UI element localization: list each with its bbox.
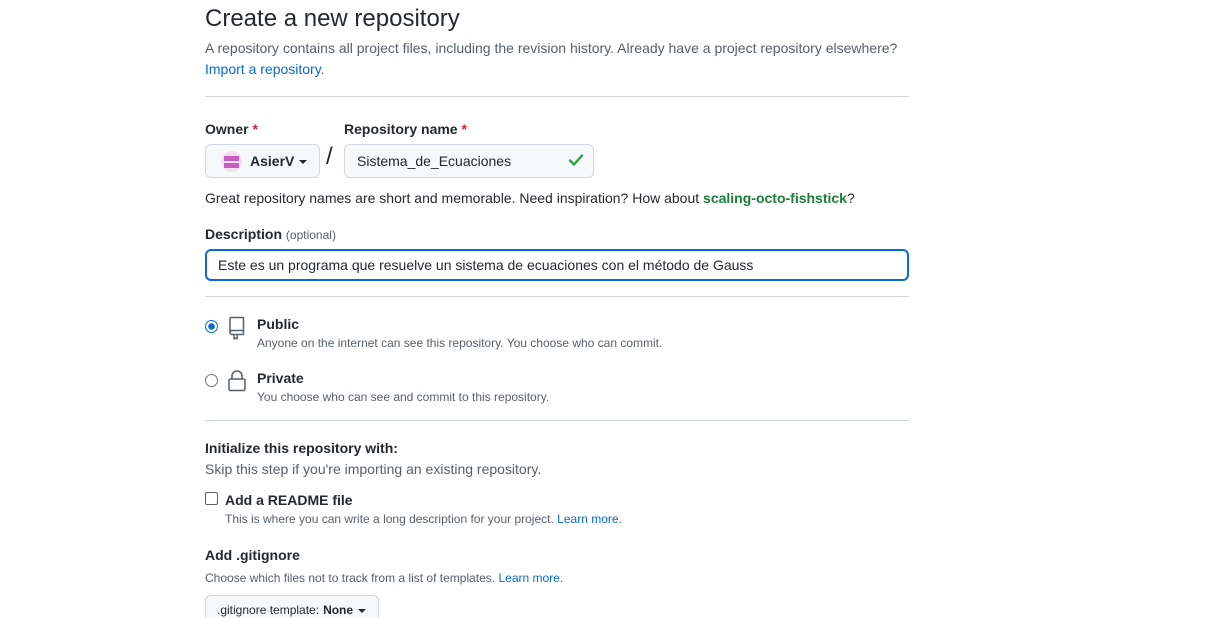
optional-tag: (optional) (285, 228, 336, 242)
description-label: Description (optional) (205, 226, 336, 242)
owner-repo-separator: / (326, 143, 333, 170)
repo-icon (229, 316, 245, 340)
private-radio[interactable] (205, 374, 218, 387)
caret-down-icon (358, 609, 367, 613)
repo-name-hint: Great repository names are short and mem… (205, 190, 855, 206)
readme-desc-text: This is where you can write a long descr… (225, 512, 554, 526)
import-link-suffix: . (320, 61, 325, 77)
gitignore-title: Add .gitignore (205, 547, 300, 563)
description-label-text: Description (205, 226, 283, 242)
initialize-title: Initialize this repository with: (205, 440, 398, 456)
hint-suffix: ? (846, 190, 855, 206)
divider (205, 296, 909, 297)
owner-label-text: Owner (205, 121, 249, 137)
lock-icon (228, 370, 246, 392)
owner-name: AsierV (250, 153, 295, 169)
divider (205, 96, 909, 97)
repo-name-input[interactable] (344, 144, 594, 178)
readme-desc: This is where you can write a long descr… (225, 512, 622, 526)
repo-name-label-text: Repository name (344, 121, 458, 137)
public-radio[interactable] (205, 320, 218, 333)
create-repository-page: Create a new repository A repository con… (0, 0, 1205, 618)
name-suggestion-link[interactable]: scaling-octo-fishstick (703, 190, 847, 206)
import-link-text[interactable]: Import a repository (205, 61, 321, 77)
gitignore-template-select[interactable]: .gitignore template: None (205, 595, 379, 618)
owner-label: Owner * (205, 121, 258, 137)
owner-avatar (221, 150, 242, 172)
public-option-title[interactable]: Public (257, 316, 299, 332)
private-option-desc: You choose who can see and commit to thi… (257, 390, 550, 404)
owner-select-button[interactable]: AsierV (205, 144, 320, 178)
hint-text: Great repository names are short and mem… (205, 190, 704, 206)
caret-down-icon (299, 160, 308, 164)
private-option-title[interactable]: Private (257, 370, 304, 386)
gitignore-select-label: .gitignore template: (217, 603, 320, 617)
required-mark: * (461, 121, 467, 137)
initialize-subtitle: Skip this step if you're importing an ex… (205, 461, 542, 477)
description-input[interactable] (205, 249, 909, 281)
readme-checkbox[interactable] (205, 492, 218, 505)
public-option-desc: Anyone on the internet can see this repo… (257, 336, 663, 350)
gitignore-learn-more-link[interactable]: Learn more. (498, 571, 563, 585)
page-title: Create a new repository (205, 5, 460, 32)
required-mark: * (252, 121, 258, 137)
readme-learn-more-link[interactable]: Learn more. (557, 512, 622, 526)
gitignore-desc-text: Choose which files not to track from a l… (205, 571, 496, 585)
page-subtitle: A repository contains all project files,… (205, 40, 898, 56)
readme-label[interactable]: Add a README file (225, 492, 353, 508)
repo-name-label: Repository name * (344, 121, 467, 137)
check-icon (568, 154, 584, 166)
divider (205, 420, 909, 421)
gitignore-select-value: None (323, 603, 354, 617)
import-repository-link[interactable]: Import a repository. (205, 61, 325, 77)
gitignore-desc: Choose which files not to track from a l… (205, 571, 563, 585)
